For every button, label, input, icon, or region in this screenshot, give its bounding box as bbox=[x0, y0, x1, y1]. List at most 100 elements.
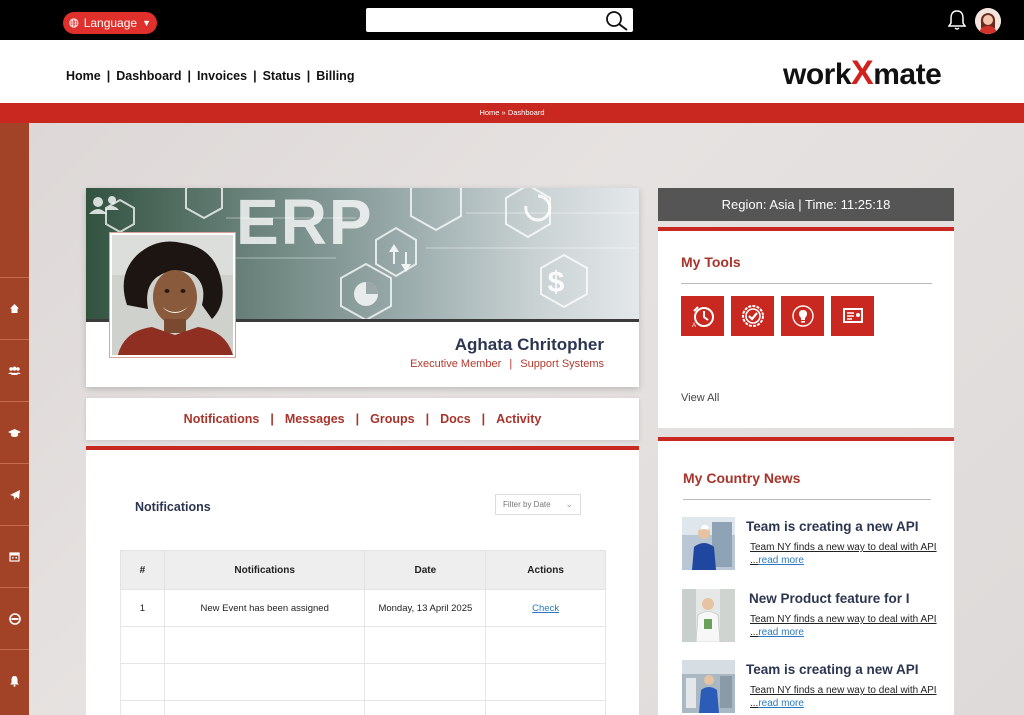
breadcrumb-text[interactable]: Home » Dashboard bbox=[479, 108, 544, 117]
tab-messages[interactable]: Messages bbox=[285, 412, 345, 426]
tab-activity[interactable]: Activity bbox=[496, 412, 541, 426]
news-summary: Team NY finds a new way to deal with API… bbox=[750, 684, 940, 710]
divider bbox=[681, 283, 932, 284]
empty-cell bbox=[120, 663, 165, 701]
timer-icon: A bbox=[692, 306, 714, 329]
bell-icon[interactable] bbox=[947, 9, 967, 31]
chevron-down-icon: ⌄ bbox=[565, 499, 573, 509]
nav-separator: | bbox=[187, 69, 192, 83]
view-all-link[interactable]: View All bbox=[681, 392, 719, 404]
tool-timer-button[interactable]: A bbox=[681, 296, 724, 336]
nav-separator: | bbox=[253, 69, 257, 83]
globe-icon bbox=[69, 18, 79, 28]
calendar-icon bbox=[9, 552, 20, 562]
table-row bbox=[120, 626, 606, 664]
board-icon bbox=[842, 308, 863, 323]
profile-role-title: Executive Member bbox=[410, 358, 502, 370]
sidebar-item-calendar[interactable] bbox=[0, 525, 29, 587]
sidebar-item-travel[interactable] bbox=[0, 463, 29, 525]
main-nav: Home | Dashboard | Invoices | Status | B… bbox=[66, 69, 354, 83]
read-more-link[interactable]: read more bbox=[758, 555, 804, 566]
empty-cell bbox=[485, 626, 606, 664]
news-headline[interactable]: Team is creating a new API bbox=[746, 519, 942, 534]
empty-cell bbox=[364, 626, 487, 664]
tab-docs[interactable]: Docs bbox=[440, 412, 471, 426]
banner-erp-text: ERP bbox=[236, 188, 374, 258]
search-icon[interactable] bbox=[603, 9, 629, 31]
tab-separator: | bbox=[425, 412, 430, 426]
user-avatar[interactable] bbox=[975, 8, 1001, 34]
news-headline[interactable]: Team is creating a new API bbox=[746, 662, 942, 677]
nav-invoices[interactable]: Invoices bbox=[197, 69, 247, 83]
sidebar-item-education[interactable] bbox=[0, 401, 29, 463]
tool-icons: A bbox=[681, 296, 874, 336]
language-label: Language bbox=[83, 16, 138, 30]
airplane-icon bbox=[9, 489, 20, 500]
news-item[interactable]: New Product feature for I Team NY finds … bbox=[682, 589, 942, 645]
tab-groups[interactable]: Groups bbox=[370, 412, 414, 426]
dollar-glyph: $ bbox=[548, 266, 565, 299]
profile-tabs: Notifications | Messages | Groups | Docs… bbox=[86, 398, 639, 440]
news-item[interactable]: Team is creating a new API Team NY finds… bbox=[682, 660, 942, 715]
tool-idea-button[interactable] bbox=[781, 296, 824, 336]
news-thumbnail bbox=[682, 517, 735, 570]
column-header: Actions bbox=[485, 550, 606, 590]
tab-separator: | bbox=[481, 412, 486, 426]
notifications-title: Notifications bbox=[135, 500, 211, 514]
top-bar: Language ▼ bbox=[0, 0, 1024, 40]
tool-board-button[interactable] bbox=[831, 296, 874, 336]
news-item[interactable]: Team is creating a new API Team NY finds… bbox=[682, 517, 942, 573]
empty-cell bbox=[364, 663, 487, 701]
search-box[interactable] bbox=[366, 8, 633, 32]
profile-photo[interactable] bbox=[110, 233, 235, 357]
sidebar-item-alerts[interactable] bbox=[0, 649, 29, 711]
logo-part-x: X bbox=[851, 54, 874, 92]
empty-cell bbox=[120, 626, 165, 664]
empty-cell bbox=[485, 700, 606, 715]
table-row: 1 New Event has been assigned Monday, 13… bbox=[120, 589, 606, 627]
news-headline[interactable]: New Product feature for I bbox=[749, 591, 945, 606]
chevron-down-icon: ▼ bbox=[142, 18, 151, 28]
notification-text: New Event has been assigned bbox=[163, 589, 366, 627]
sidebar-item-home[interactable] bbox=[0, 277, 29, 339]
nav-status[interactable]: Status bbox=[263, 69, 301, 83]
search-input[interactable] bbox=[366, 8, 596, 32]
read-more-link[interactable]: read more bbox=[758, 698, 804, 709]
language-button[interactable]: Language ▼ bbox=[63, 12, 157, 34]
sidebar-item-team[interactable] bbox=[0, 339, 29, 401]
empty-cell bbox=[120, 700, 165, 715]
news-title: My Country News bbox=[683, 470, 801, 486]
nav-dashboard[interactable]: Dashboard bbox=[116, 69, 181, 83]
nav-billing[interactable]: Billing bbox=[316, 69, 354, 83]
filter-by-date-select[interactable]: Filter by Date ⌄ bbox=[495, 494, 581, 515]
row-number: 1 bbox=[120, 589, 165, 627]
role-separator: | bbox=[509, 358, 513, 370]
my-tools-panel: My Tools A View All bbox=[658, 227, 954, 428]
column-header: # bbox=[120, 550, 165, 590]
sidebar-item-support[interactable] bbox=[0, 587, 29, 649]
action-cell: Check bbox=[485, 589, 606, 627]
main-nav-bar: Home | Dashboard | Invoices | Status | B… bbox=[0, 40, 1024, 103]
svg-text:A: A bbox=[692, 323, 696, 329]
news-thumbnail bbox=[682, 660, 735, 713]
support-icon bbox=[8, 612, 21, 625]
logo-part-mate: mate bbox=[873, 58, 942, 91]
check-link[interactable]: Check bbox=[532, 603, 559, 614]
my-tools-title: My Tools bbox=[681, 254, 741, 270]
column-header: Notifications bbox=[163, 550, 366, 590]
sidebar bbox=[0, 123, 29, 715]
check-badge-icon bbox=[741, 305, 764, 327]
idea-icon bbox=[791, 305, 814, 327]
tool-approval-button[interactable] bbox=[731, 296, 774, 336]
workxmate-logo[interactable]: workXmate bbox=[783, 54, 942, 93]
tab-notifications[interactable]: Notifications bbox=[184, 412, 260, 426]
profile-role: Executive Member | Support Systems bbox=[410, 358, 604, 370]
graduation-cap-icon bbox=[8, 428, 21, 437]
news-summary: Team NY finds a new way to deal with API… bbox=[750, 541, 940, 567]
users-icon bbox=[8, 366, 21, 375]
table-header-row: # Notifications Date Actions bbox=[120, 550, 606, 590]
empty-cell bbox=[163, 663, 366, 701]
read-more-link[interactable]: read more bbox=[758, 627, 804, 638]
table-row bbox=[120, 663, 606, 701]
nav-home[interactable]: Home bbox=[66, 69, 101, 83]
